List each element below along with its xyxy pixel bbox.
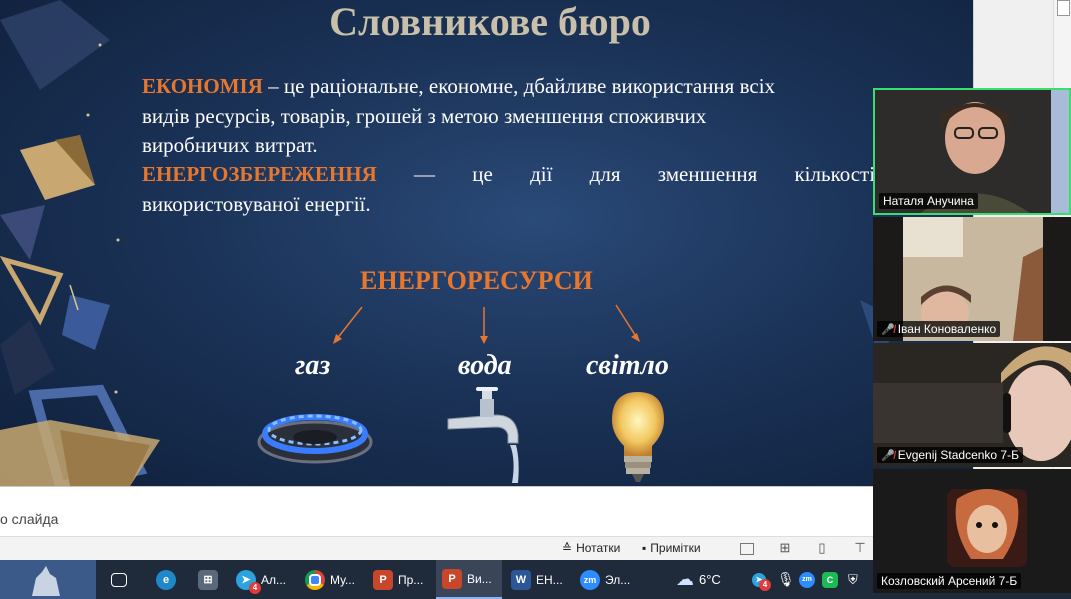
participant-name: 🎤̸ Іван Коноваленко [877, 321, 1001, 337]
taskbar-chrome[interactable]: Му... [305, 560, 355, 599]
slideshow-icon[interactable]: ⊤ [853, 541, 867, 555]
wolf-icon [0, 560, 96, 599]
resource-water: вода [458, 350, 512, 381]
taskbar-calculator[interactable]: ⊞ [198, 560, 218, 599]
telegram-tray-icon: ➤ 4 [752, 572, 771, 591]
green-app-icon: C [822, 571, 838, 588]
weather-widget[interactable]: ☁ 6°C [676, 560, 721, 599]
taskbar-powerpoint-1[interactable]: P Пр... [373, 560, 423, 599]
taskbar-word[interactable]: W ЕН... [511, 560, 563, 599]
edge-icon: e [156, 569, 176, 590]
zoom-tray-icon: zm [799, 571, 815, 588]
powerpoint-icon: P [442, 568, 462, 589]
muted-mic-icon: 🎤̸ [881, 449, 895, 462]
resource-gas: газ [295, 350, 331, 381]
participant-name: 🎤̸ Evgenij Stadcenko 7-Б [877, 447, 1023, 463]
notes-icon: ≙ [562, 541, 573, 555]
video-tile-ivan[interactable]: 🎤̸ Іван Коноваленко [873, 217, 1071, 341]
word-icon: W [511, 569, 531, 590]
participant-name: Наталя Анучина [879, 193, 978, 209]
chrome-icon [305, 569, 325, 590]
tray-telegram[interactable]: ➤ 4 [752, 560, 771, 599]
tray-shield[interactable]: ⛨ [848, 560, 858, 599]
video-tile-kozlovsky[interactable]: Козловский Арсений 7-Б [873, 469, 1071, 593]
calculator-icon: ⊞ [198, 569, 218, 590]
normal-view-icon[interactable] [740, 543, 754, 555]
task-view-icon [111, 572, 127, 587]
resource-light: світло [586, 350, 669, 381]
taskbar-powerpoint-2[interactable]: P Ви... [436, 560, 502, 599]
definition-economy-line1: ЕКОНОМІЯ – це раціональне, економне, дба… [142, 74, 776, 98]
notes-toggle-button[interactable]: ≙ Нотатки [562, 541, 620, 555]
definition-energy-saving-line2: використовуваної енергії. [142, 192, 371, 216]
slide-canvas[interactable]: Словникове бюро ЕКОНОМІЯ – це раціональн… [0, 0, 973, 486]
tray-app[interactable]: C [822, 560, 838, 599]
powerpoint-icon: P [373, 569, 393, 590]
video-tile-natalia[interactable]: Наталя Анучина [873, 88, 1071, 215]
term-energy-saving: ЕНЕРГОЗБЕРЕЖЕННЯ [142, 162, 377, 186]
desktop-wallpaper-thumbnail[interactable] [0, 560, 96, 599]
taskbar-telegram[interactable]: ➤ 4 Ал... [236, 560, 286, 599]
telegram-icon: ➤ 4 [236, 569, 261, 594]
definition-economy-line3: виробничих витрат. [142, 133, 318, 157]
energy-resources-title: ЕНЕРГОРЕСУРСИ [360, 266, 593, 295]
comments-toggle-button[interactable]: ▪ Примітки [642, 541, 701, 555]
definition-energy-saving-line1: ЕНЕРГОЗБЕРЕЖЕННЯ — це дії для зменшення … [142, 162, 876, 186]
participant-name: Козловский Арсений 7-Б [877, 573, 1022, 589]
term-economy: ЕКОНОМІЯ [142, 74, 263, 98]
definition-economy-line2: видів ресурсів, товарів, грошей з метою … [142, 104, 707, 128]
tray-zoom[interactable]: zm [799, 560, 815, 599]
muted-mic-icon: 🎤̸ [881, 323, 895, 336]
scrollbar-thumb[interactable] [1057, 0, 1070, 16]
taskbar-zoom[interactable]: zm Эл... [580, 560, 630, 599]
zoom-icon: zm [580, 569, 600, 590]
light-bulb-icon [612, 392, 664, 482]
notes-placeholder: о слайда [0, 511, 59, 527]
taskbar-edge[interactable]: e [156, 560, 176, 599]
shield-icon: ⛨ [848, 571, 858, 587]
microphone-icon: 🎙 [777, 571, 795, 587]
slide-sorter-icon[interactable]: ⊞ [778, 541, 792, 555]
gas-burner-icon [257, 414, 373, 464]
task-view-button[interactable] [111, 560, 127, 599]
cloud-icon: ☁ [676, 569, 694, 589]
reading-view-icon[interactable]: ▯ [815, 541, 829, 555]
water-faucet-icon [447, 387, 519, 483]
slide-title: Словникове бюро [329, 0, 651, 44]
comment-icon: ▪ [642, 541, 647, 555]
video-tile-evgenij[interactable]: 🎤̸ Evgenij Stadcenko 7-Б [873, 343, 1071, 467]
tray-microphone[interactable]: 🎙 [777, 560, 795, 599]
